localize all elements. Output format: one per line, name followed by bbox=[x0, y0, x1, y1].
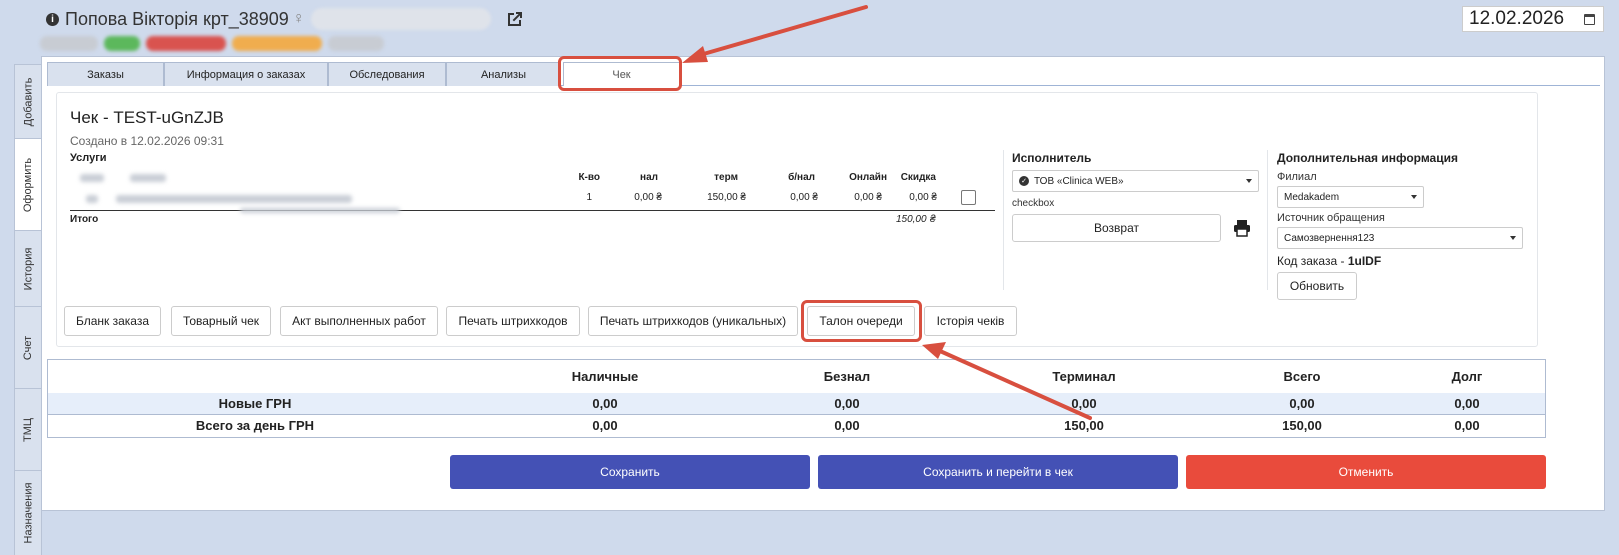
side-tab-checkout[interactable]: Оформить bbox=[14, 138, 42, 230]
tab-examinations[interactable]: Обследования bbox=[328, 62, 446, 86]
additional-heading: Дополнительная информация bbox=[1277, 151, 1458, 165]
patient-name: Попова Вікторія крт_38909 bbox=[65, 8, 289, 29]
save-button[interactable]: Сохранить bbox=[450, 455, 810, 489]
patient-header: i Попова Вікторія крт_38909 ♀ bbox=[46, 6, 525, 32]
col-qty: К-во bbox=[578, 172, 600, 183]
work-act-button[interactable]: Акт выполненных работ bbox=[280, 306, 438, 336]
print-icon[interactable] bbox=[1233, 219, 1251, 237]
summary-cell: 0,00 bbox=[1289, 396, 1315, 411]
side-tab-add[interactable]: Добавить bbox=[14, 64, 42, 138]
blurred-underline bbox=[240, 208, 400, 213]
chevron-down-icon bbox=[1510, 236, 1516, 240]
side-tab-prescriptions[interactable]: Назначения bbox=[14, 470, 42, 555]
blurred-service-name bbox=[116, 195, 352, 203]
order-code-label: Код заказа - bbox=[1277, 254, 1345, 268]
info-icon[interactable]: i bbox=[46, 12, 59, 26]
col-terminal: терм bbox=[714, 172, 738, 183]
arrow-to-receipt-tab bbox=[682, 5, 868, 63]
patient-badges bbox=[40, 36, 384, 51]
summary-col-cash: Наличные bbox=[571, 369, 639, 384]
row-noncash: 0,00 ₴ bbox=[790, 192, 818, 203]
tab-order-info[interactable]: Информация о заказах bbox=[164, 62, 328, 86]
summary-col-noncash: Безнал bbox=[823, 369, 871, 384]
total-value: 150,00 ₴ bbox=[895, 214, 936, 225]
row-checkbox[interactable] bbox=[961, 190, 976, 205]
summary-col-debt: Долг bbox=[1451, 369, 1483, 384]
blurred-cell bbox=[86, 195, 98, 203]
row-online: 0,00 ₴ bbox=[854, 192, 882, 203]
order-code: Код заказа - 1uIDF bbox=[1277, 254, 1381, 268]
row-qty: 1 bbox=[586, 192, 592, 203]
summary-col-total: Всего bbox=[1283, 369, 1321, 384]
highlight-queue-ticket bbox=[801, 300, 922, 342]
tab-analyses[interactable]: Анализы bbox=[446, 62, 561, 86]
order-form-button[interactable]: Бланк заказа bbox=[64, 306, 161, 336]
blurred-col-header bbox=[130, 174, 166, 182]
chevron-down-icon bbox=[1246, 179, 1252, 183]
blurred-patient-info bbox=[310, 8, 491, 30]
summary-cell: 150,00 bbox=[1064, 418, 1104, 433]
external-link-icon[interactable] bbox=[505, 9, 525, 29]
table-divider bbox=[70, 210, 995, 211]
col-noncash: б/нал bbox=[788, 172, 815, 183]
receipt-title: Чек - TEST-uGnZJB bbox=[70, 108, 224, 127]
executor-select[interactable]: ✓ ТОВ «Clinica WEB» bbox=[1012, 170, 1259, 192]
side-tab-inventory[interactable]: ТМЦ bbox=[14, 388, 42, 470]
col-online: Онлайн bbox=[849, 172, 887, 183]
chevron-down-icon bbox=[1411, 195, 1417, 199]
summary-row-label: Новые ГРН bbox=[218, 396, 292, 411]
summary-divider bbox=[48, 414, 1545, 415]
summary-cell: 0,00 bbox=[592, 418, 618, 433]
side-tab-account[interactable]: Счет bbox=[14, 306, 42, 388]
summary-cell: 0,00 bbox=[1071, 396, 1097, 411]
source-label: Источник обращения bbox=[1277, 212, 1385, 224]
tab-orders[interactable]: Заказы bbox=[47, 62, 164, 86]
summary-col-terminal: Терминал bbox=[1052, 369, 1116, 384]
receipt-created: Создано в 12.02.2026 09:31 bbox=[70, 134, 224, 148]
section-divider bbox=[1267, 150, 1268, 290]
receipt-history-button[interactable]: Історія чеків bbox=[924, 306, 1017, 336]
row-cash: 0,00 ₴ bbox=[634, 192, 662, 203]
executor-heading: Исполнитель bbox=[1012, 151, 1092, 165]
print-unique-barcodes-button[interactable]: Печать штрихкодов (уникальных) bbox=[588, 306, 798, 336]
summary-cell: 0,00 bbox=[1454, 418, 1480, 433]
col-cash: нал bbox=[640, 172, 658, 183]
top-tabs: Заказы Информация о заказах Обследования… bbox=[47, 62, 1600, 86]
summary-cell: 0,00 bbox=[592, 396, 618, 411]
total-label: Итого bbox=[70, 214, 99, 225]
save-and-go-button[interactable]: Сохранить и перейти в чек bbox=[818, 455, 1178, 489]
side-tabs: Добавить Оформить История Счет ТМЦ Назна… bbox=[14, 64, 42, 555]
services-label: Услуги bbox=[70, 152, 107, 164]
branch-select[interactable]: Medakadem bbox=[1277, 186, 1424, 208]
row-discount: 0,00 ₴ bbox=[909, 192, 937, 203]
date-picker[interactable]: 12.02.2026 bbox=[1462, 6, 1604, 32]
checkbox-label: checkbox bbox=[1012, 198, 1055, 209]
side-tab-history[interactable]: История bbox=[14, 230, 42, 306]
summary-cell: 0,00 bbox=[1454, 396, 1480, 411]
col-discount: Скидка bbox=[900, 172, 936, 183]
refund-button[interactable]: Возврат bbox=[1012, 214, 1221, 242]
sales-receipt-button[interactable]: Товарный чек bbox=[171, 306, 271, 336]
check-circle-icon: ✓ bbox=[1019, 176, 1029, 186]
print-barcodes-button[interactable]: Печать штрихкодов bbox=[446, 306, 580, 336]
source-select[interactable]: Самозвернення123 bbox=[1277, 227, 1523, 249]
order-code-value: 1uIDF bbox=[1347, 254, 1382, 268]
summary-row-label: Всего за день ГРН bbox=[195, 418, 315, 433]
summary-cell: 0,00 bbox=[834, 396, 860, 411]
refresh-button[interactable]: Обновить bbox=[1277, 272, 1357, 300]
date-value: 12.02.2026 bbox=[1469, 8, 1565, 29]
section-divider bbox=[1003, 150, 1004, 290]
summary-cell: 150,00 bbox=[1282, 418, 1322, 433]
highlight-receipt-tab bbox=[558, 56, 682, 91]
calendar-icon[interactable] bbox=[1584, 13, 1595, 25]
blurred-col-header bbox=[80, 174, 104, 182]
row-terminal: 150,00 ₴ bbox=[707, 192, 746, 203]
summary-cell: 0,00 bbox=[834, 418, 860, 433]
cancel-button[interactable]: Отменить bbox=[1186, 455, 1546, 489]
branch-label: Филиал bbox=[1277, 171, 1317, 183]
female-icon: ♀ bbox=[292, 10, 305, 27]
